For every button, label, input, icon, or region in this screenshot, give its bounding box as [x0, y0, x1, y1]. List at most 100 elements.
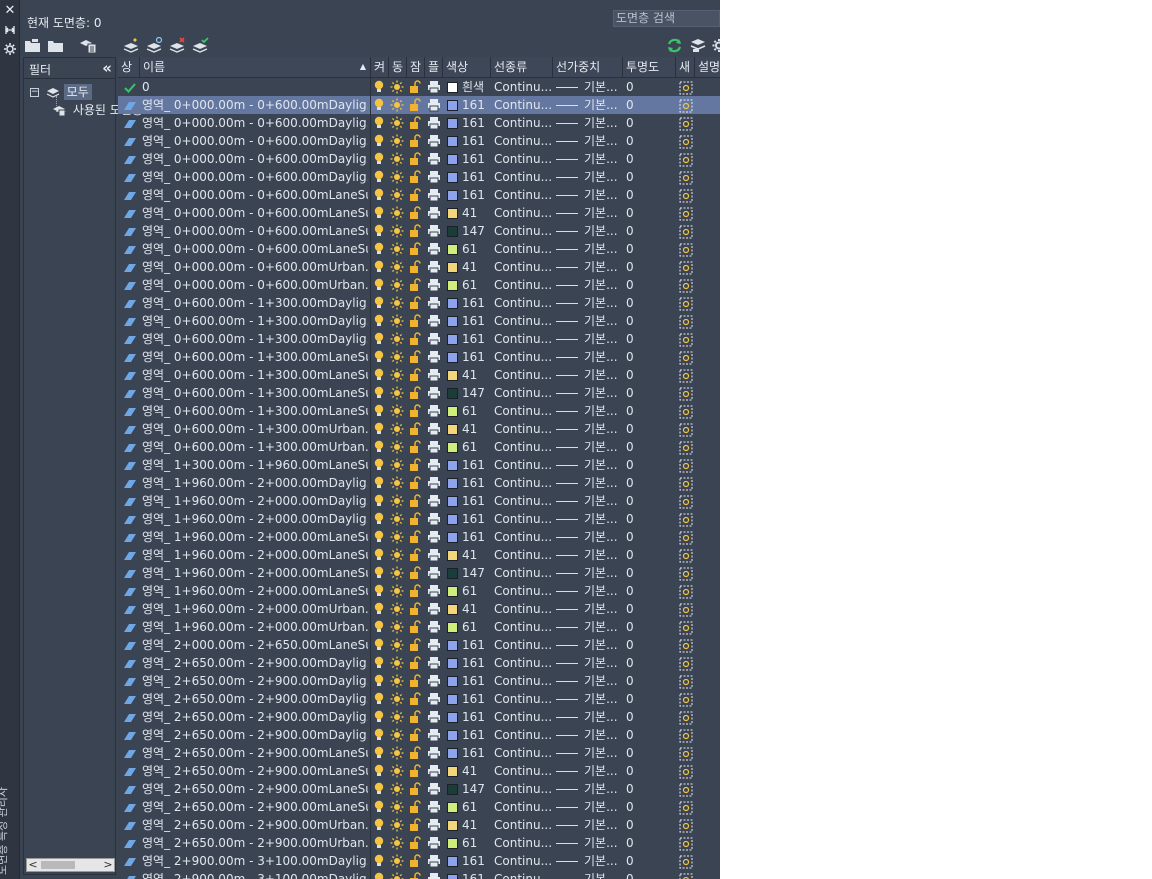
lock-icon[interactable]: [409, 98, 421, 115]
linetype-value[interactable]: Continu...: [494, 402, 552, 420]
on-off-bulb-icon[interactable]: [373, 152, 385, 169]
lineweight-value[interactable]: 기본...: [584, 96, 620, 114]
layer-name[interactable]: 영역_ 2+650.00m - 2+900.00mUrban...: [142, 834, 368, 852]
linetype-value[interactable]: Continu...: [494, 258, 552, 276]
plot-printer-icon[interactable]: [427, 206, 441, 223]
lock-icon[interactable]: [409, 458, 421, 475]
freeze-sun-icon[interactable]: [390, 692, 404, 709]
plot-printer-icon[interactable]: [427, 494, 441, 511]
transparency-value[interactable]: 0: [626, 600, 656, 618]
linetype-value[interactable]: Continu...: [494, 564, 552, 582]
freeze-sun-icon[interactable]: [390, 134, 404, 151]
freeze-sun-icon[interactable]: [390, 728, 404, 745]
column-header-lock[interactable]: 잠: [407, 57, 425, 78]
color-value[interactable]: 161: [462, 150, 494, 168]
color-value[interactable]: 161: [462, 132, 494, 150]
lock-icon[interactable]: [409, 404, 421, 421]
color-swatch[interactable]: [447, 226, 458, 237]
layer-name[interactable]: 영역_ 1+960.00m - 2+000.00mLaneSu...: [142, 564, 368, 582]
freeze-sun-icon[interactable]: [390, 854, 404, 871]
linetype-value[interactable]: Continu...: [494, 384, 552, 402]
column-header-freeze[interactable]: 동: [389, 57, 407, 78]
layer-name[interactable]: 영역_ 2+650.00m - 2+900.00mDaylig...: [142, 672, 368, 690]
color-value[interactable]: 161: [462, 726, 494, 744]
color-swatch[interactable]: [447, 694, 458, 705]
lineweight-value[interactable]: 기본...: [584, 366, 620, 384]
linetype-value[interactable]: Continu...: [494, 708, 552, 726]
freeze-sun-icon[interactable]: [390, 746, 404, 763]
plot-printer-icon[interactable]: [427, 548, 441, 565]
plot-printer-icon[interactable]: [427, 422, 441, 439]
color-swatch[interactable]: [447, 748, 458, 759]
color-value[interactable]: 161: [462, 474, 494, 492]
lineweight-value[interactable]: 기본...: [584, 636, 620, 654]
linetype-value[interactable]: Continu...: [494, 780, 552, 798]
layer-name[interactable]: 영역_ 0+000.00m - 0+600.00mDaylig...: [142, 114, 368, 132]
lock-icon[interactable]: [409, 620, 421, 637]
layer-name[interactable]: 영역_ 2+650.00m - 2+900.00mDaylig...: [142, 690, 368, 708]
layer-name[interactable]: 영역_ 0+000.00m - 0+600.00mDaylig...: [142, 96, 368, 114]
layer-row[interactable]: 영역_ 2+650.00m - 2+900.00mLaneSu... 41 Cont…: [118, 762, 720, 780]
transparency-value[interactable]: 0: [626, 780, 656, 798]
color-value[interactable]: 41: [462, 546, 494, 564]
layer-row[interactable]: 영역_ 0+000.00m - 0+600.00mLaneSu... 161 Con…: [118, 186, 720, 204]
lock-icon[interactable]: [409, 350, 421, 367]
color-value[interactable]: 61: [462, 276, 494, 294]
layer-row[interactable]: 영역_ 2+650.00m - 2+900.00mDaylig... 161 Con…: [118, 672, 720, 690]
color-value[interactable]: 61: [462, 834, 494, 852]
transparency-value[interactable]: 0: [626, 222, 656, 240]
layer-name[interactable]: 영역_ 0+600.00m - 1+300.00mDaylig...: [142, 330, 368, 348]
layer-row[interactable]: 영역_ 0+600.00m - 1+300.00mUrban... 41 Conti…: [118, 420, 720, 438]
lock-icon[interactable]: [409, 422, 421, 439]
new-property-filter-icon[interactable]: [24, 37, 42, 54]
color-swatch[interactable]: [447, 856, 458, 867]
linetype-value[interactable]: Continu...: [494, 312, 552, 330]
lock-icon[interactable]: [409, 584, 421, 601]
on-off-bulb-icon[interactable]: [373, 422, 385, 439]
set-current-icon[interactable]: [192, 37, 210, 54]
lock-icon[interactable]: [409, 764, 421, 781]
transparency-value[interactable]: 0: [626, 384, 656, 402]
plot-printer-icon[interactable]: [427, 386, 441, 403]
linetype-value[interactable]: Continu...: [494, 276, 552, 294]
on-off-bulb-icon[interactable]: [373, 476, 385, 493]
freeze-sun-icon[interactable]: [390, 512, 404, 529]
plot-printer-icon[interactable]: [427, 404, 441, 421]
freeze-sun-icon[interactable]: [390, 782, 404, 799]
freeze-sun-icon[interactable]: [390, 710, 404, 727]
lineweight-value[interactable]: 기본...: [584, 240, 620, 258]
freeze-sun-icon[interactable]: [390, 602, 404, 619]
color-swatch[interactable]: [447, 820, 458, 831]
transparency-value[interactable]: 0: [626, 402, 656, 420]
lineweight-value[interactable]: 기본...: [584, 672, 620, 690]
lock-icon[interactable]: [409, 332, 421, 349]
layer-row[interactable]: 영역_ 2+650.00m - 2+900.00mLaneSu... 147 Con…: [118, 780, 720, 798]
on-off-bulb-icon[interactable]: [373, 458, 385, 475]
plot-printer-icon[interactable]: [427, 674, 441, 691]
column-header-name[interactable]: 이름 ▲: [140, 57, 371, 78]
color-swatch[interactable]: [447, 82, 458, 93]
transparency-value[interactable]: 0: [626, 474, 656, 492]
plot-printer-icon[interactable]: [427, 314, 441, 331]
freeze-sun-icon[interactable]: [390, 458, 404, 475]
transparency-value[interactable]: 0: [626, 186, 656, 204]
color-value[interactable]: 161: [462, 348, 494, 366]
transparency-value[interactable]: 0: [626, 348, 656, 366]
layer-name[interactable]: 0: [142, 78, 368, 96]
layer-name[interactable]: 영역_ 0+600.00m - 1+300.00mLaneSu...: [142, 384, 368, 402]
layer-name[interactable]: 영역_ 0+000.00m - 0+600.00mUrban...: [142, 276, 368, 294]
plot-printer-icon[interactable]: [427, 692, 441, 709]
lineweight-value[interactable]: 기본...: [584, 798, 620, 816]
color-value[interactable]: 흰색: [462, 78, 494, 96]
layer-row[interactable]: 영역_ 2+650.00m - 2+900.00mDaylig... 161 Con…: [118, 690, 720, 708]
linetype-value[interactable]: Continu...: [494, 762, 552, 780]
on-off-bulb-icon[interactable]: [373, 350, 385, 367]
layer-row[interactable]: 영역_ 2+650.00m - 2+900.00mDaylig... 161 Con…: [118, 654, 720, 672]
color-value[interactable]: 147: [462, 222, 494, 240]
layer-name[interactable]: 영역_ 0+000.00m - 0+600.00mLaneSu...: [142, 186, 368, 204]
column-header-status[interactable]: 상: [118, 57, 140, 78]
plot-printer-icon[interactable]: [427, 440, 441, 457]
layer-name[interactable]: 영역_ 1+300.00m - 1+960.00mLaneSu...: [142, 456, 368, 474]
lineweight-value[interactable]: 기본...: [584, 114, 620, 132]
new-layer-icon[interactable]: [123, 37, 141, 54]
